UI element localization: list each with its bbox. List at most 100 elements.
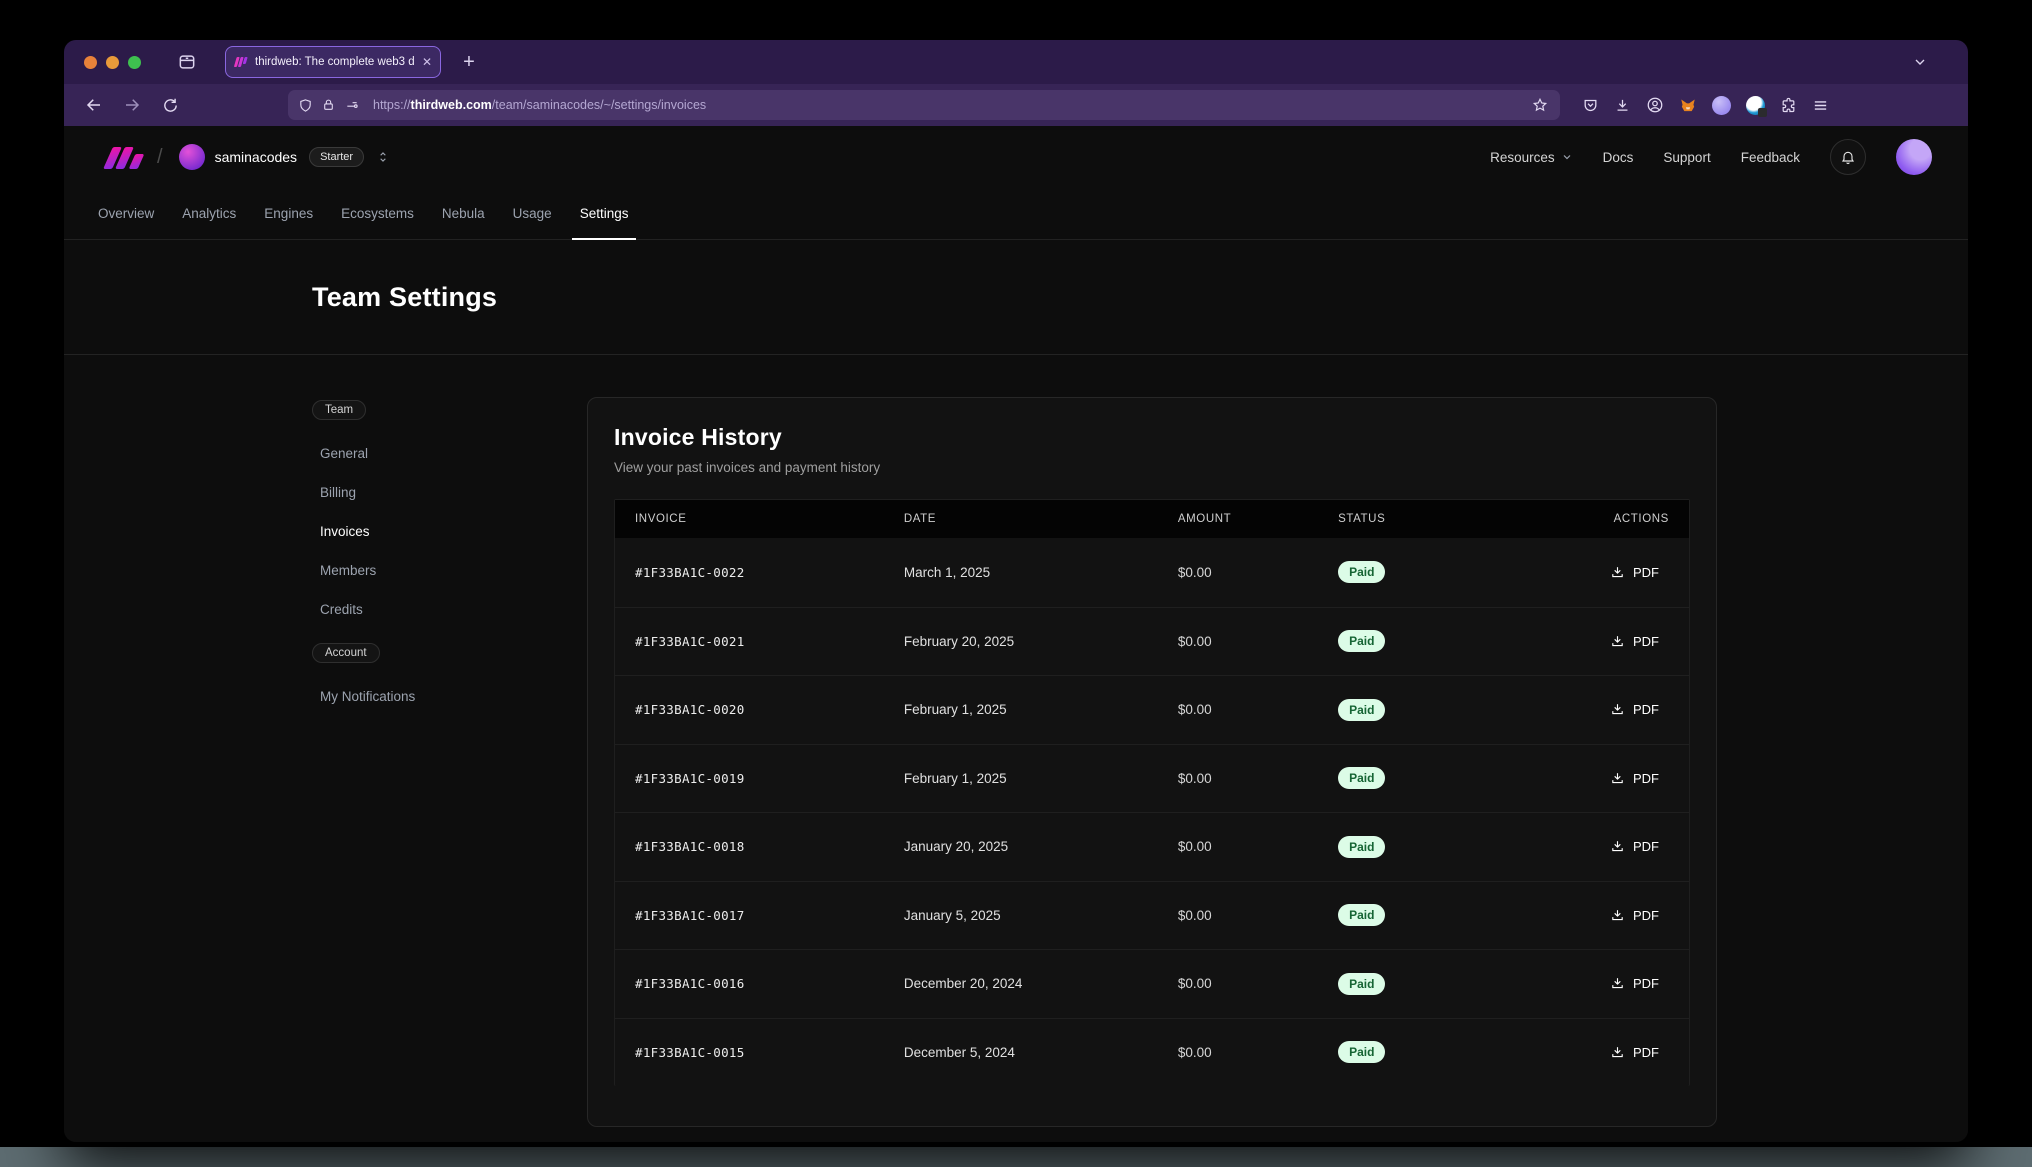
download-pdf-button[interactable]: PDF — [1600, 694, 1669, 725]
docs-link[interactable]: Docs — [1603, 150, 1634, 165]
invoice-id: #1F33BA1C-0018 — [635, 839, 904, 854]
firefox-view-icon[interactable] — [177, 52, 197, 72]
status-badge: Paid — [1338, 1041, 1385, 1063]
team-avatar[interactable] — [179, 144, 205, 170]
tracking-shield-icon[interactable] — [298, 98, 313, 113]
menu-icon[interactable] — [1812, 97, 1829, 114]
status-badge: Paid — [1338, 904, 1385, 926]
download-pdf-button[interactable]: PDF — [1600, 1037, 1669, 1068]
invoice-amount: $0.00 — [1178, 908, 1338, 923]
support-link[interactable]: Support — [1663, 150, 1710, 165]
table-row: #1F33BA1C-0018 January 20, 2025 $0.00 Pa… — [615, 812, 1689, 881]
site-header: / saminacodes Starter Resources Docs Sup… — [64, 126, 1968, 188]
status-badge: Paid — [1338, 973, 1385, 995]
sidebar-item-billing[interactable]: Billing — [312, 473, 587, 512]
permissions-icon[interactable] — [344, 98, 360, 112]
page-title-band: Team Settings — [64, 240, 1968, 355]
invoice-amount: $0.00 — [1178, 976, 1338, 991]
invoice-date: March 1, 2025 — [904, 565, 1178, 580]
settings-sidebar: TeamGeneralBillingInvoicesMembersCredits… — [312, 355, 587, 1142]
sidebar-item-invoices[interactable]: Invoices — [312, 512, 587, 551]
tab-engines[interactable]: Engines — [250, 188, 327, 239]
download-pdf-icon — [1610, 702, 1625, 717]
lock-icon[interactable] — [322, 98, 335, 112]
plan-badge: Starter — [309, 147, 364, 167]
new-tab-button[interactable]: + — [455, 48, 483, 76]
invoice-id: #1F33BA1C-0021 — [635, 634, 904, 649]
invoice-amount: $0.00 — [1178, 839, 1338, 854]
download-pdf-icon — [1610, 634, 1625, 649]
column-status: STATUS — [1338, 513, 1534, 525]
sidebar-item-credits[interactable]: Credits — [312, 590, 587, 629]
download-pdf-button[interactable]: PDF — [1600, 626, 1669, 657]
maximize-window-button[interactable] — [128, 56, 141, 69]
browser-tab[interactable]: thirdweb: The complete web3 d ✕ — [225, 46, 441, 78]
url-bar[interactable]: https://thirdweb.com/team/saminacodes/~/… — [288, 90, 1560, 120]
url-text[interactable]: https://thirdweb.com/team/saminacodes/~/… — [373, 98, 1523, 112]
table-row: #1F33BA1C-0015 December 5, 2024 $0.00 Pa… — [615, 1018, 1689, 1087]
sidebar-item-general[interactable]: General — [312, 434, 587, 473]
dashboard-tabs: OverviewAnalyticsEnginesEcosystemsNebula… — [64, 188, 1968, 240]
header-links: Resources Docs Support Feedback — [1490, 139, 1932, 175]
bookmark-star-icon[interactable] — [1532, 97, 1548, 113]
team-name[interactable]: saminacodes — [215, 149, 298, 165]
table-row: #1F33BA1C-0017 January 5, 2025 $0.00 Pai… — [615, 881, 1689, 950]
table-body: #1F33BA1C-0022 March 1, 2025 $0.00 Paid … — [615, 538, 1689, 1086]
column-date: DATE — [904, 513, 1178, 525]
status-badge: Paid — [1338, 767, 1385, 789]
invoice-id: #1F33BA1C-0019 — [635, 771, 904, 786]
tab-overview[interactable]: Overview — [84, 188, 168, 239]
minimize-window-button[interactable] — [106, 56, 119, 69]
forward-icon[interactable] — [116, 90, 148, 120]
download-pdf-button[interactable]: PDF — [1600, 557, 1669, 588]
download-icon[interactable] — [1614, 97, 1631, 114]
team-switcher-icon[interactable] — [376, 149, 390, 165]
column-invoice: INVOICE — [635, 513, 904, 525]
feedback-link[interactable]: Feedback — [1741, 150, 1800, 165]
table-row: #1F33BA1C-0019 February 1, 2025 $0.00 Pa… — [615, 744, 1689, 813]
download-pdf-button[interactable]: PDF — [1600, 831, 1669, 862]
tabs-dropdown-icon[interactable] — [1912, 40, 1928, 84]
extensions-puzzle-icon[interactable] — [1780, 97, 1797, 114]
back-icon[interactable] — [78, 90, 110, 120]
desktop-wallpaper — [0, 1147, 2032, 1167]
download-pdf-button[interactable]: PDF — [1600, 968, 1669, 999]
tab-close-icon[interactable]: ✕ — [422, 55, 432, 69]
status-badge: Paid — [1338, 836, 1385, 858]
tab-title: thirdweb: The complete web3 d — [255, 56, 415, 68]
table-row: #1F33BA1C-0016 December 20, 2024 $0.00 P… — [615, 949, 1689, 1018]
tab-settings[interactable]: Settings — [566, 188, 643, 239]
invoice-date: February 1, 2025 — [904, 771, 1178, 786]
thirdweb-logo-icon[interactable] — [108, 145, 141, 169]
download-pdf-button[interactable]: PDF — [1600, 763, 1669, 794]
tab-ecosystems[interactable]: Ecosystems — [327, 188, 428, 239]
download-pdf-button[interactable]: PDF — [1600, 900, 1669, 931]
invoice-id: #1F33BA1C-0017 — [635, 908, 904, 923]
invoice-amount: $0.00 — [1178, 634, 1338, 649]
sidebar-item-my-notifications[interactable]: My Notifications — [312, 677, 587, 716]
notifications-bell-icon[interactable] — [1830, 139, 1866, 175]
card-title: Invoice History — [614, 424, 1690, 451]
tab-analytics[interactable]: Analytics — [168, 188, 250, 239]
sidebar-item-members[interactable]: Members — [312, 551, 587, 590]
invoice-date: January 20, 2025 — [904, 839, 1178, 854]
close-window-button[interactable] — [84, 56, 97, 69]
extension-badge-icon[interactable] — [1746, 96, 1765, 115]
tab-nebula[interactable]: Nebula — [428, 188, 499, 239]
reload-icon[interactable] — [154, 90, 186, 120]
pocket-icon[interactable] — [1582, 97, 1599, 114]
invoice-table: INVOICE DATE AMOUNT STATUS ACTIONS #1F33… — [614, 499, 1690, 1086]
invoice-date: December 5, 2024 — [904, 1045, 1178, 1060]
resources-menu[interactable]: Resources — [1490, 150, 1573, 165]
metamask-icon[interactable] — [1679, 97, 1697, 114]
tab-usage[interactable]: Usage — [499, 188, 566, 239]
invoice-amount: $0.00 — [1178, 702, 1338, 717]
download-pdf-icon — [1610, 1045, 1625, 1060]
phantom-icon[interactable] — [1712, 96, 1731, 115]
user-avatar[interactable] — [1896, 139, 1932, 175]
url-scheme: https:// — [373, 98, 411, 112]
account-icon[interactable] — [1646, 96, 1664, 114]
invoice-amount: $0.00 — [1178, 771, 1338, 786]
download-pdf-icon — [1610, 908, 1625, 923]
download-pdf-icon — [1610, 565, 1625, 580]
